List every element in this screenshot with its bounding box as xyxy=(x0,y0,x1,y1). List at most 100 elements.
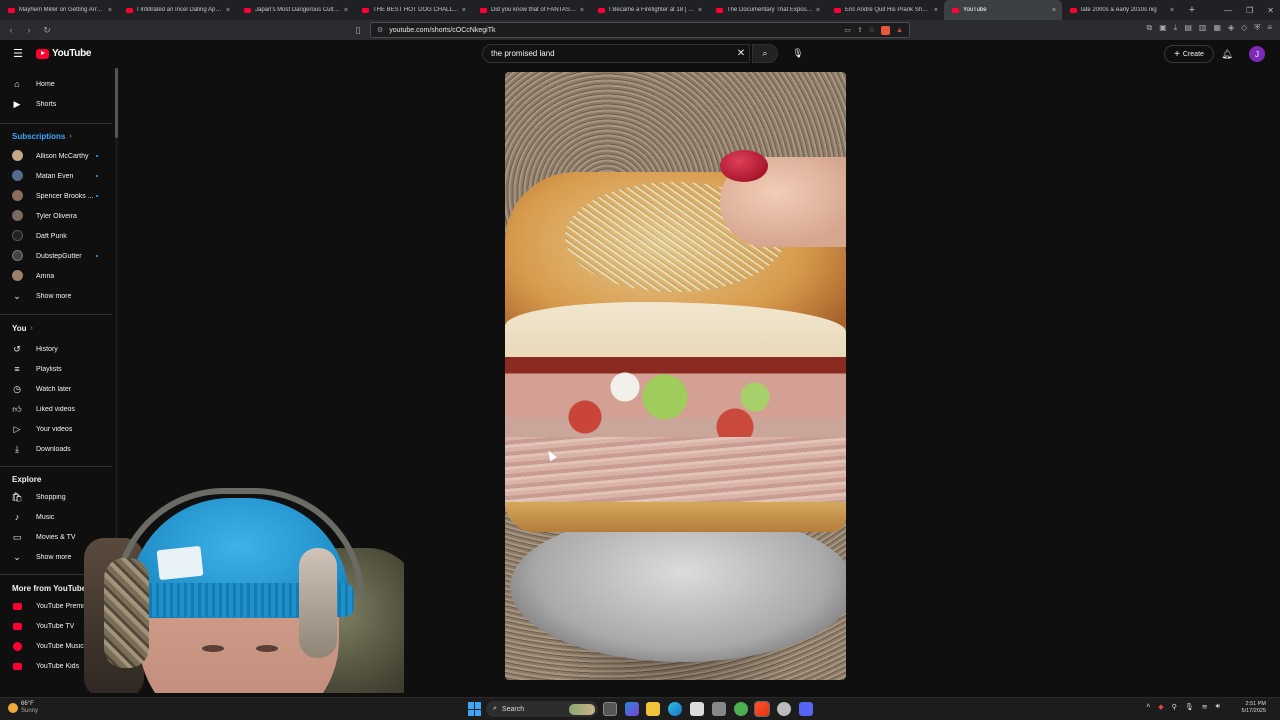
cast-icon[interactable]: ▭ xyxy=(844,26,851,34)
downloads-icon[interactable]: ⤓ xyxy=(1174,23,1178,33)
taskbar-clock[interactable]: 2:51 PM 5/17/2025 xyxy=(1242,701,1266,715)
close-tab-icon[interactable]: × xyxy=(462,7,466,14)
browser-tab[interactable]: I Became a Firefighter at 18 | Wil × xyxy=(590,0,708,20)
brave-browser-icon[interactable] xyxy=(754,701,770,717)
voice-search-button[interactable]: 🎙︎ xyxy=(788,44,808,63)
sidebar-item-downloads[interactable]: ⤓ Downloads xyxy=(0,439,112,459)
edge-icon[interactable] xyxy=(668,702,682,716)
shopping-icon: 🛍︎ xyxy=(11,491,23,502)
webcam-eye xyxy=(202,645,224,652)
shield-icon[interactable]: ⛨ xyxy=(1254,23,1260,33)
new-tab-button[interactable]: + xyxy=(1184,2,1200,18)
browser-tab[interactable]: I Infiltrated an Incel Dating App - Y × xyxy=(118,0,236,20)
sidebar-item-your-videos[interactable]: ▷ Your videos xyxy=(0,419,112,439)
hamburger-menu-icon[interactable]: ☰ xyxy=(11,46,25,60)
vpn-icon[interactable]: ◈ xyxy=(1228,23,1234,33)
rewards-icon[interactable]: ▲ xyxy=(896,27,903,34)
subscription-channel[interactable]: Tyler Oliveira xyxy=(0,206,112,226)
tab-search-icon[interactable]: ▦ xyxy=(1213,23,1221,33)
search-input[interactable]: the promised land xyxy=(482,44,750,63)
close-tab-icon[interactable]: × xyxy=(698,7,702,14)
browser-tab[interactable]: Japan's Most Dangerous Cult, expl × xyxy=(236,0,354,20)
subscription-channel[interactable]: DubstepGutter xyxy=(0,246,112,266)
star-icon[interactable]: ☆ xyxy=(869,26,875,34)
file-explorer-icon[interactable] xyxy=(646,702,660,716)
tray-app-icon[interactable]: ◆ xyxy=(1158,703,1163,711)
steam-icon[interactable] xyxy=(777,702,791,716)
windows-start-icon[interactable] xyxy=(468,702,482,716)
task-view-icon[interactable] xyxy=(603,702,617,716)
screenshot-icon[interactable]: ▣ xyxy=(1159,23,1167,33)
volume-icon[interactable]: 🔊︎ xyxy=(1216,703,1220,711)
browser-tab-active[interactable]: YouTube × xyxy=(944,0,1062,20)
share-icon[interactable]: ⇪ xyxy=(857,26,863,34)
site-info-icon[interactable]: ⚙ xyxy=(377,26,383,34)
close-tab-icon[interactable]: × xyxy=(108,7,112,14)
discord-icon[interactable] xyxy=(799,702,813,716)
youtube-logo[interactable]: YouTube xyxy=(36,48,92,59)
minimize-icon[interactable]: — xyxy=(1224,6,1232,15)
search-button[interactable]: ⌕ xyxy=(752,44,778,63)
shorts-icon: ▶ xyxy=(13,98,21,109)
url-field[interactable]: ⚙ youtube.com/shorts/cOCcNkegiTk ▭ ⇪ ☆ ▲ xyxy=(370,22,910,38)
subscription-channel[interactable]: Daft Punk xyxy=(0,226,112,246)
channel-avatar xyxy=(12,170,23,181)
close-tab-icon[interactable]: × xyxy=(580,7,584,14)
weather-widget[interactable]: 66°F Sunny xyxy=(8,701,38,715)
browser-tab[interactable]: The Documentary That Exposed a × xyxy=(708,0,826,20)
close-tab-icon[interactable]: × xyxy=(1052,7,1056,14)
you-heading[interactable]: You › xyxy=(12,324,33,333)
create-button[interactable]: + Create xyxy=(1164,45,1214,63)
youtube-music-icon xyxy=(12,641,22,651)
subscriptions-heading[interactable]: Subscriptions › xyxy=(12,132,72,141)
subscription-channel[interactable]: Spencer Brooks ... xyxy=(0,186,112,206)
subscription-channel[interactable]: Allison McCarthy xyxy=(0,146,112,166)
browser-tab[interactable]: Eric Andre Quit His Prank Show O × xyxy=(826,0,944,20)
browser-tab[interactable]: late 2000s & early 2010s nig × xyxy=(1062,0,1180,20)
close-tab-icon[interactable]: × xyxy=(1170,7,1174,14)
store-icon[interactable] xyxy=(690,702,704,716)
chrome-icon[interactable] xyxy=(734,702,748,716)
clear-search-icon[interactable]: ✕ xyxy=(735,47,747,59)
shorts-video-player[interactable] xyxy=(505,72,846,680)
sidebar-toggle-icon[interactable]: ▥ xyxy=(1199,23,1207,33)
settings-icon[interactable] xyxy=(712,702,726,716)
browser-tab[interactable]: Mayhem Miller on Getting Arreste × xyxy=(0,0,118,20)
copilot-icon[interactable] xyxy=(625,702,639,716)
close-tab-icon[interactable]: × xyxy=(934,7,938,14)
microphone-icon[interactable]: 🎙︎ xyxy=(1185,703,1194,711)
sidebar-item-shorts[interactable]: ▶ Shorts xyxy=(0,94,112,114)
browser-tab[interactable]: Did you know that of FANTASIA... × xyxy=(472,0,590,20)
new-content-dot xyxy=(96,195,98,197)
back-arrow-icon[interactable]: ‹ xyxy=(4,23,18,37)
close-tab-icon[interactable]: × xyxy=(226,7,230,14)
sidebar-item-home[interactable]: ⌂ Home xyxy=(0,74,112,94)
subscription-channel[interactable]: Amna xyxy=(0,266,112,286)
subscription-channel[interactable]: Matan Even xyxy=(0,166,112,186)
forward-arrow-icon[interactable]: › xyxy=(22,23,36,37)
extensions-icon[interactable]: ⧉ xyxy=(1147,23,1153,33)
close-tab-icon[interactable]: × xyxy=(344,7,348,14)
wifi-icon[interactable]: ≋ xyxy=(1202,703,1208,711)
sidebar-item-watch-later[interactable]: ◷ Watch later xyxy=(0,379,112,399)
taskbar-search[interactable]: ⌕ Search xyxy=(486,701,598,717)
wallet-icon[interactable]: ▤ xyxy=(1184,23,1192,33)
chevron-up-icon[interactable]: ˄ xyxy=(1146,703,1150,711)
brave-shield-icon[interactable] xyxy=(881,25,891,35)
menu-icon[interactable]: ≡ xyxy=(1267,23,1272,33)
sidebar-item-liked-videos[interactable]: 👍︎ Liked videos xyxy=(0,399,112,419)
maximize-icon[interactable]: ❐ xyxy=(1246,6,1253,15)
browser-tab[interactable]: THE BEST HOT DOG CHALLENGE !!× xyxy=(354,0,472,20)
bookmark-icon[interactable]: ▯ xyxy=(352,23,364,37)
leo-icon[interactable]: ◇ xyxy=(1241,23,1247,33)
close-window-icon[interactable]: ✕ xyxy=(1267,6,1274,15)
reload-icon[interactable]: ↻ xyxy=(40,23,54,37)
network-icon[interactable]: ⚲ xyxy=(1172,703,1177,711)
account-avatar[interactable]: J xyxy=(1249,46,1265,62)
show-more-subscriptions[interactable]: ⌄ Show more xyxy=(0,286,112,306)
sidebar-item-history[interactable]: ↺ History xyxy=(0,339,112,359)
youtube-favicon-icon xyxy=(834,7,841,13)
sidebar-item-playlists[interactable]: ≡ Playlists xyxy=(0,359,112,379)
close-tab-icon[interactable]: × xyxy=(816,7,820,14)
notifications-button[interactable]: 🔔︎ xyxy=(1219,46,1235,62)
